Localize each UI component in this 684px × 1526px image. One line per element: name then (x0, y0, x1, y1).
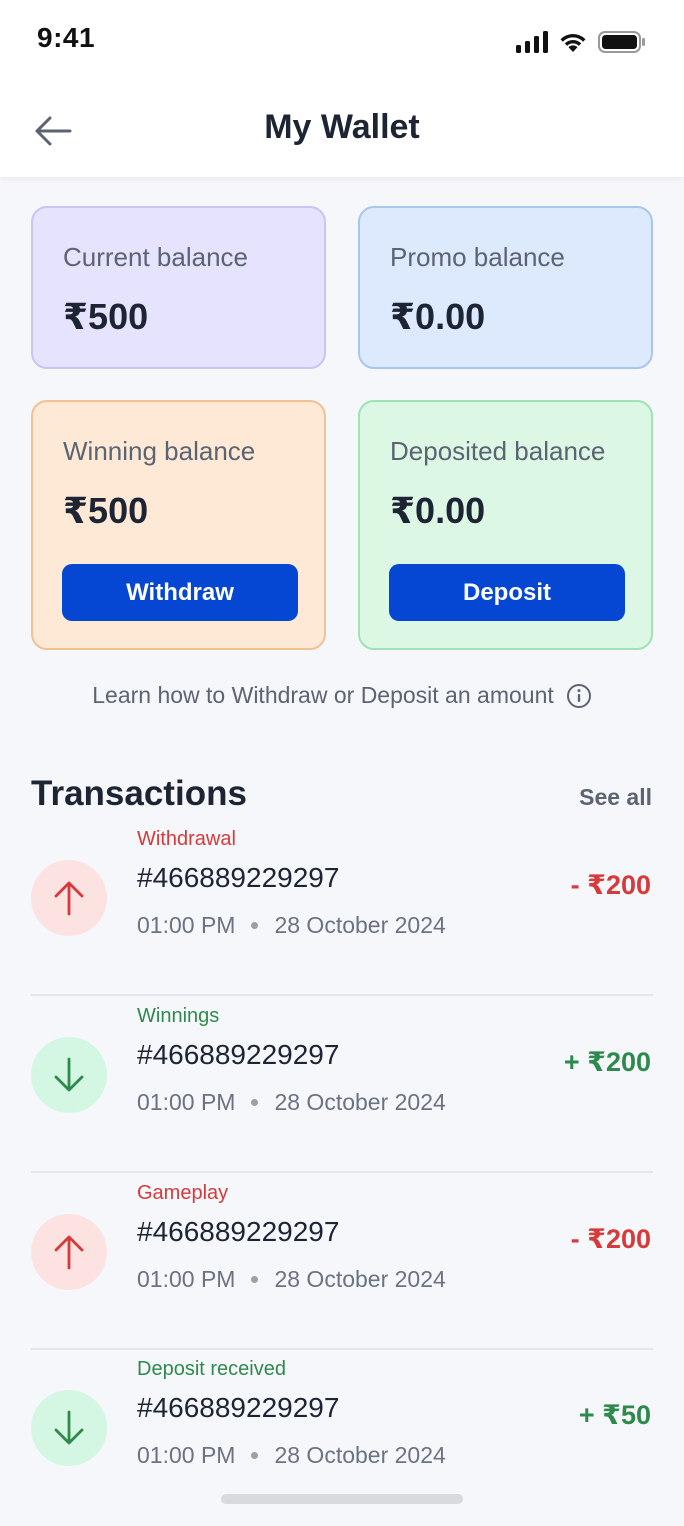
arrow-down-icon (54, 1057, 84, 1092)
winning-balance-card: Winning balance ₹500 Withdraw (31, 400, 326, 650)
transaction-id: #466889229297 (137, 862, 340, 893)
transaction-time: 01:00 PM (137, 1089, 236, 1115)
transaction-id: #466889229297 (137, 1392, 340, 1423)
arrow-up-icon (54, 881, 84, 916)
winning-balance-label: Winning balance (63, 436, 256, 466)
learn-link[interactable]: Learn how to Withdraw or Deposit an amou… (0, 682, 684, 709)
deposited-balance-card: Deposited balance ₹0.00 Deposit (358, 400, 653, 650)
transaction-meta: 01:00 PM 28 October 2024 (137, 912, 446, 939)
transaction-time: 01:00 PM (137, 1442, 236, 1468)
see-all-link[interactable]: See all (579, 784, 652, 811)
separator-dot (251, 1276, 259, 1283)
current-balance-amount: ₹500 (63, 296, 149, 337)
transaction-item[interactable]: Gameplay #466889229297 01:00 PM 28 Octob… (31, 1174, 653, 1350)
current-balance-card: Current balance ₹500 (31, 206, 326, 369)
divider (31, 1171, 653, 1173)
transactions-title: Transactions (31, 774, 247, 813)
status-time: 9:41 (37, 22, 96, 53)
deposit-button[interactable]: Deposit (389, 564, 625, 621)
arrow-up-icon (54, 1235, 84, 1270)
transaction-time: 01:00 PM (137, 1266, 236, 1292)
status-icons (516, 28, 646, 56)
transaction-type: Withdrawal (137, 828, 236, 850)
deposited-balance-amount: ₹0.00 (390, 490, 486, 531)
signal-icon (516, 31, 548, 53)
info-icon[interactable] (566, 683, 592, 709)
arrow-down-icon (54, 1410, 84, 1445)
separator-dot (251, 1099, 259, 1106)
transaction-item[interactable]: Withdrawal #466889229297 01:00 PM 28 Oct… (31, 820, 653, 996)
transaction-in-icon-circle (31, 1390, 107, 1466)
separator-dot (251, 922, 259, 929)
separator-dot (251, 1452, 259, 1459)
battery-icon (598, 31, 645, 53)
transaction-amount: + ₹50 (578, 1400, 651, 1430)
transaction-amount: - ₹200 (570, 870, 651, 900)
transaction-meta: 01:00 PM 28 October 2024 (137, 1266, 446, 1293)
deposited-balance-label: Deposited balance (390, 436, 606, 466)
transaction-amount: - ₹200 (570, 1224, 651, 1254)
current-balance-label: Current balance (63, 242, 248, 272)
home-indicator[interactable] (221, 1494, 463, 1504)
transaction-date: 28 October 2024 (274, 1089, 446, 1115)
transaction-date: 28 October 2024 (274, 1266, 446, 1292)
transaction-amount: + ₹200 (563, 1047, 651, 1077)
promo-balance-amount: ₹0.00 (390, 296, 486, 337)
transaction-in-icon-circle (31, 1037, 107, 1113)
divider (31, 994, 653, 996)
withdraw-button[interactable]: Withdraw (62, 564, 298, 621)
app-header: 9:41 My Wallet (0, 0, 684, 177)
transaction-id: #466889229297 (137, 1216, 340, 1247)
promo-balance-card: Promo balance ₹0.00 (358, 206, 653, 369)
transaction-meta: 01:00 PM 28 October 2024 (137, 1089, 446, 1116)
transaction-item[interactable]: Winnings #466889229297 01:00 PM 28 Octob… (31, 997, 653, 1173)
transaction-type: Winnings (137, 1005, 220, 1027)
winning-balance-amount: ₹500 (63, 490, 149, 531)
transaction-date: 28 October 2024 (274, 912, 446, 938)
transaction-out-icon-circle (31, 860, 107, 936)
transaction-id: #466889229297 (137, 1039, 340, 1070)
transaction-out-icon-circle (31, 1214, 107, 1290)
transaction-time: 01:00 PM (137, 912, 236, 938)
transaction-type: Deposit received (137, 1358, 286, 1380)
wifi-icon (560, 33, 586, 52)
learn-text: Learn how to Withdraw or Deposit an amou… (92, 682, 554, 708)
page-title: My Wallet (264, 108, 420, 146)
transaction-type: Gameplay (137, 1182, 229, 1204)
transaction-meta: 01:00 PM 28 October 2024 (137, 1442, 446, 1469)
promo-balance-label: Promo balance (390, 242, 565, 272)
transaction-date: 28 October 2024 (274, 1442, 446, 1468)
